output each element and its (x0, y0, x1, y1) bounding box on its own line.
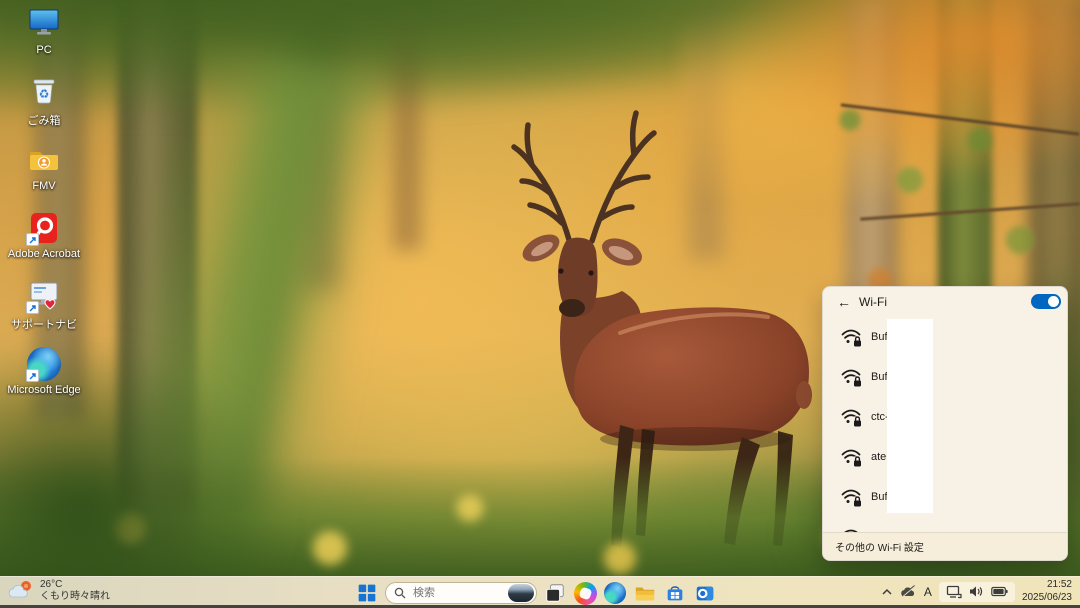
wifi-network-list: Buffalo Buffalo (823, 317, 1067, 534)
start-button[interactable] (355, 581, 379, 605)
weather-cloudy-sun-icon (8, 579, 36, 603)
clock-date: 2025/06/23 (1022, 592, 1072, 605)
wifi-footer: その他の Wi-Fi 設定 (823, 532, 1067, 560)
toggle-knob (1048, 296, 1059, 307)
outlook-button[interactable] (693, 581, 717, 605)
file-explorer-icon (634, 582, 656, 604)
desktop-icon-label: FMV (32, 180, 55, 192)
clock[interactable]: 21:52 2025/06/23 (1022, 579, 1072, 604)
wifi-secured-icon (839, 405, 863, 429)
desktop-icon-recycle-bin[interactable]: ♻ ごみ箱 (0, 73, 88, 128)
chevron-up-icon[interactable] (881, 587, 893, 597)
wifi-secured-icon (839, 365, 863, 389)
start-icon (357, 583, 377, 603)
battery-icon (991, 586, 1008, 597)
search-highlight-image[interactable] (508, 584, 534, 602)
desktop-icon-label: ごみ箱 (28, 112, 61, 128)
copilot-button[interactable] (573, 581, 597, 605)
svg-text:♻: ♻ (39, 87, 50, 101)
edge-icon (25, 345, 63, 383)
onedrive-cloud-icon[interactable] (900, 585, 917, 598)
wifi-secured-icon (839, 325, 863, 349)
fmv-folder-icon (25, 141, 63, 179)
desktop-icon-label: サポートナビ (11, 316, 77, 332)
edge-icon (604, 582, 626, 604)
desktop-icon-microsoft-edge[interactable]: Microsoft Edge (0, 345, 88, 396)
adobe-acrobat-icon (25, 209, 63, 247)
search-input[interactable] (411, 586, 503, 600)
redaction-box (887, 319, 933, 513)
wifi-network-row[interactable]: ctc-g-o (823, 397, 1067, 437)
wifi-network-row[interactable]: Buffalo (823, 317, 1067, 357)
desktop-icon-adobe-acrobat[interactable]: Adobe Acrobat (0, 209, 88, 260)
microsoft-store-button[interactable] (663, 581, 687, 605)
desktop-icon-label: PC (36, 44, 51, 56)
pc-icon (25, 5, 63, 43)
wifi-secured-icon (839, 445, 863, 469)
task-view-button[interactable] (543, 581, 567, 605)
taskbar-app-icons (355, 581, 717, 605)
copilot-icon (574, 582, 597, 605)
weather-condition: くもり時々晴れ (40, 591, 110, 603)
wifi-toggle[interactable] (1031, 294, 1061, 309)
wifi-network-row[interactable]: aterm- (823, 437, 1067, 477)
desktop-icon-fmv[interactable]: FMV (0, 141, 88, 192)
outlook-icon (694, 582, 716, 604)
shortcut-arrow-icon (26, 301, 39, 314)
wifi-panel-title: Wi-Fi (859, 295, 887, 309)
wifi-flyout-panel: ← Wi-Fi Buffalo (822, 286, 1068, 561)
shortcut-arrow-icon (26, 233, 39, 246)
more-wifi-settings-link[interactable]: その他の Wi-Fi 設定 (835, 539, 924, 554)
file-explorer-button[interactable] (633, 581, 657, 605)
wifi-network-row[interactable]: Buffalo (823, 357, 1067, 397)
recycle-bin-icon: ♻ (25, 73, 63, 111)
network-icon (946, 585, 962, 599)
weather-temperature: 26°C (40, 579, 110, 591)
weather-widget[interactable]: 26°C くもり時々晴れ (8, 579, 110, 603)
search-icon (394, 587, 406, 599)
desktop-icon-label: Adobe Acrobat (8, 248, 80, 260)
wifi-network-row[interactable]: Buffalo (823, 477, 1067, 517)
task-view-icon (544, 582, 566, 604)
support-navi-icon (25, 277, 63, 315)
wifi-panel-header: ← Wi-Fi (823, 287, 1067, 317)
quick-settings-button[interactable] (939, 582, 1015, 602)
desktop-icon-label: Microsoft Edge (7, 384, 80, 396)
desktop-icon-support-navi[interactable]: サポートナビ (0, 277, 88, 332)
back-arrow-icon[interactable]: ← (837, 294, 851, 310)
clock-time: 21:52 (1022, 579, 1072, 592)
shortcut-arrow-icon (26, 369, 39, 382)
volume-icon (969, 585, 984, 598)
taskbar: 26°C くもり時々晴れ (0, 576, 1080, 608)
edge-button[interactable] (603, 581, 627, 605)
system-tray: A 21:52 2025/06/23 (881, 577, 1072, 606)
wifi-secured-icon (839, 485, 863, 509)
search-box[interactable] (385, 582, 537, 604)
desktop-icon-pc[interactable]: PC (0, 5, 88, 56)
microsoft-store-icon (664, 582, 686, 604)
ime-indicator[interactable]: A (924, 585, 932, 599)
